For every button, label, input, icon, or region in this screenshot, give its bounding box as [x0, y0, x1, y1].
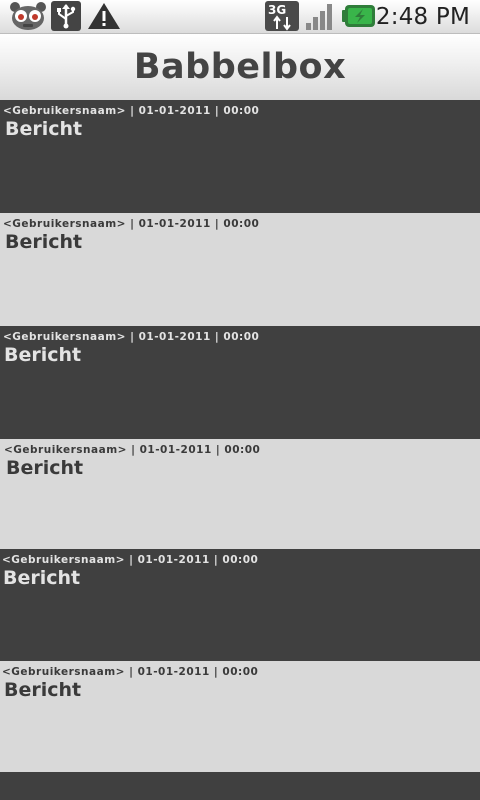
message-text: Bericht [5, 118, 83, 140]
message-text: Bericht [3, 567, 81, 589]
message-text: Bericht [4, 344, 82, 366]
battery-charging-icon [342, 1, 376, 31]
message-item[interactable]: <Gebruikersnaam> | 01-01-2011 | 00:00 Be… [0, 326, 480, 439]
message-text: Bericht [5, 231, 83, 253]
message-item[interactable]: <Gebruikersnaam> | 01-01-2011 | 00:00 Be… [0, 213, 480, 326]
signal-icon [304, 1, 338, 31]
message-meta: <Gebruikersnaam> | 01-01-2011 | 00:00 [4, 444, 261, 456]
message-item[interactable]: <Gebruikersnaam> | 01-01-2011 | 00:00 Be… [0, 100, 480, 213]
message-meta: <Gebruikersnaam> | 01-01-2011 | 00:00 [3, 105, 260, 117]
app-title-bar: Babbelbox [0, 34, 480, 100]
message-item[interactable]: <Gebruikersnaam> | 01-01-2011 | 00:00 Be… [0, 439, 480, 549]
next-message-partial[interactable] [0, 772, 480, 800]
message-item[interactable]: <Gebruikersnaam> | 01-01-2011 | 00:00 Be… [0, 661, 480, 772]
status-bar: 3G 2:48 PM [0, 0, 480, 34]
message-item[interactable]: <Gebruikersnaam> | 01-01-2011 | 00:00 Be… [0, 549, 480, 661]
warning-icon [86, 1, 122, 31]
message-meta: <Gebruikersnaam> | 01-01-2011 | 00:00 [2, 666, 259, 678]
svg-text:3G: 3G [268, 3, 286, 17]
message-text: Bericht [6, 457, 84, 479]
app-notification-icon [8, 1, 48, 31]
message-meta: <Gebruikersnaam> | 01-01-2011 | 00:00 [3, 218, 260, 230]
3g-data-icon: 3G [264, 1, 300, 31]
message-meta: <Gebruikersnaam> | 01-01-2011 | 00:00 [3, 331, 260, 343]
clock: 2:48 PM [375, 4, 470, 30]
usb-icon [50, 1, 82, 31]
message-meta: <Gebruikersnaam> | 01-01-2011 | 00:00 [2, 554, 259, 566]
message-text: Bericht [4, 679, 82, 701]
app-title: Babbelbox [133, 47, 347, 87]
